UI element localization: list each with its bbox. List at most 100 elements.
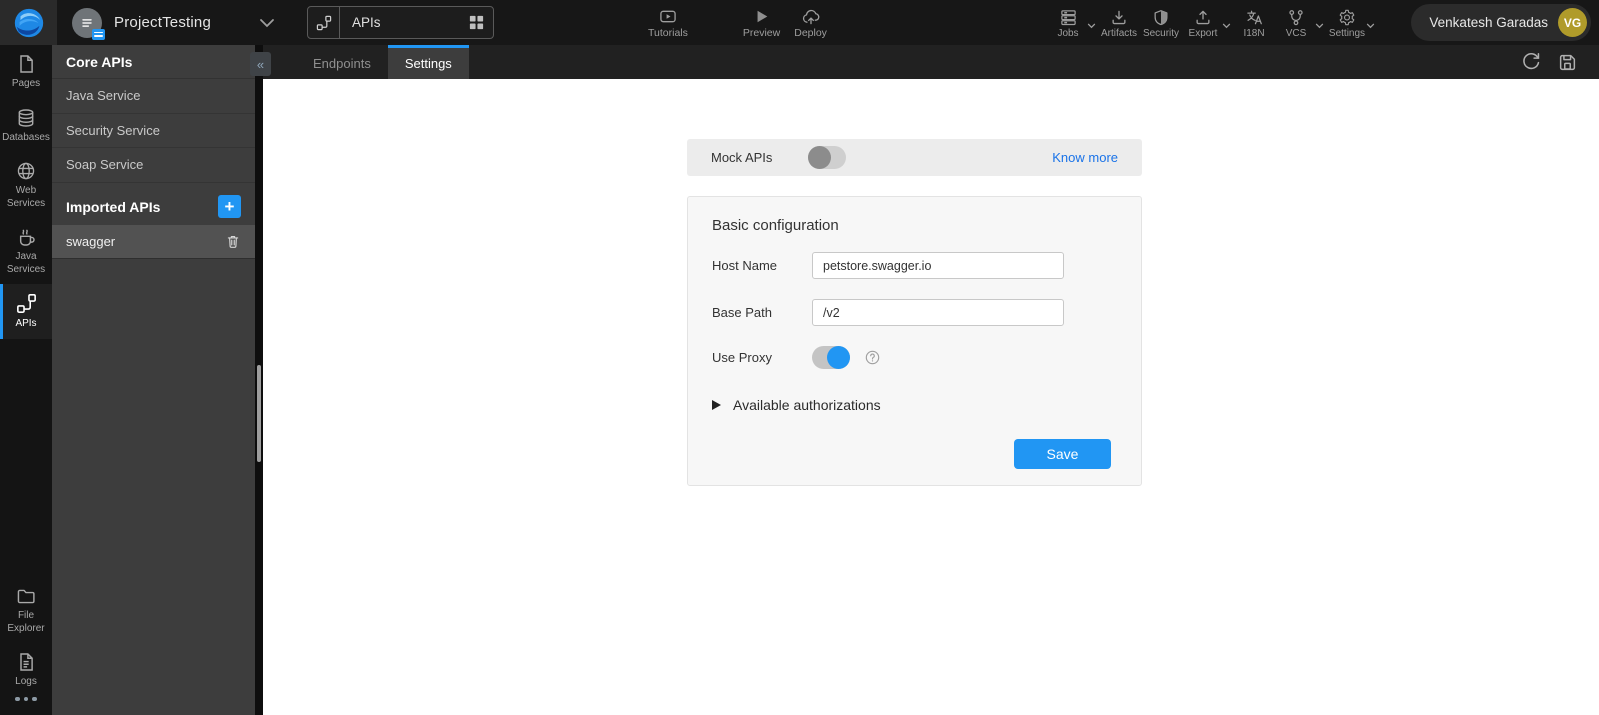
- mock-apis-label: Mock APIs: [711, 150, 773, 165]
- tab-label: Endpoints: [313, 56, 371, 71]
- use-proxy-row: Use Proxy: [712, 346, 1117, 369]
- save-row: Save: [712, 439, 1117, 469]
- use-proxy-toggle[interactable]: [812, 346, 850, 369]
- export-button[interactable]: Export: [1182, 0, 1224, 45]
- base-path-row: Base Path: [712, 299, 1117, 326]
- host-name-row: Host Name: [712, 252, 1117, 279]
- sidebar-item-web-services[interactable]: Web Services: [0, 152, 52, 218]
- export-label: Export: [1188, 27, 1218, 39]
- project-selector[interactable]: ProjectTesting: [72, 7, 275, 40]
- tab-endpoints[interactable]: Endpoints: [296, 45, 388, 79]
- jobs-icon: [1060, 9, 1076, 25]
- host-name-input[interactable]: [812, 252, 1064, 279]
- settings-content: Mock APIs Know more Basic configuration …: [263, 79, 1599, 715]
- base-path-input[interactable]: [812, 299, 1064, 326]
- user-menu[interactable]: Venkatesh Garadas VG: [1411, 4, 1591, 41]
- mock-apis-bar: Mock APIs Know more: [687, 139, 1142, 176]
- wavemaker-logo[interactable]: [0, 0, 57, 45]
- export-icon: [1196, 10, 1210, 24]
- main-sidebar: Pages Databases Web Services Java Servic…: [0, 45, 52, 715]
- panel-item-security-service[interactable]: Security Service: [52, 114, 255, 148]
- save-button[interactable]: Save: [1014, 439, 1111, 469]
- i18n-button[interactable]: I18N: [1233, 0, 1275, 45]
- jobs-label: Jobs: [1057, 27, 1079, 39]
- project-icon: [72, 7, 105, 40]
- panel-item-swagger[interactable]: swagger: [52, 224, 255, 259]
- apis-panel: Core APIs Java Service Security Service …: [52, 45, 255, 715]
- core-apis-header: Core APIs: [52, 45, 255, 79]
- apps-grid-icon[interactable]: [468, 14, 493, 31]
- sidebar-item-label: Java Services: [6, 251, 46, 275]
- panel-item-label: Soap Service: [66, 157, 144, 173]
- tutorials-label: Tutorials: [648, 27, 688, 40]
- panel-collapse-button[interactable]: «: [250, 52, 271, 76]
- java-services-icon: [19, 229, 35, 246]
- preview-button[interactable]: Preview: [743, 0, 780, 45]
- i18n-icon: [1246, 10, 1262, 24]
- avatar: VG: [1558, 8, 1587, 37]
- help-icon[interactable]: [865, 350, 880, 365]
- deploy-button[interactable]: Deploy: [794, 0, 827, 45]
- artifacts-icon: [1112, 10, 1126, 24]
- workspace-selector[interactable]: APIs: [307, 6, 495, 39]
- refresh-icon: [1523, 52, 1540, 70]
- workspace-selector-label: APIs: [352, 15, 381, 30]
- panel-item-soap-service[interactable]: Soap Service: [52, 148, 255, 183]
- mock-apis-toggle[interactable]: [808, 146, 846, 169]
- panel-item-label: swagger: [66, 233, 116, 249]
- chevron-down-icon[interactable]: [1087, 23, 1096, 29]
- deploy-label: Deploy: [794, 27, 827, 40]
- save-file-button[interactable]: [1558, 53, 1577, 72]
- editor-tab-bar: Endpoints Settings: [263, 45, 1599, 79]
- host-name-label: Host Name: [712, 258, 778, 273]
- sidebar-item-label: APIs: [15, 318, 37, 329]
- header-center-actions: Tutorials Preview Deploy: [648, 0, 827, 45]
- sidebar-item-java-services[interactable]: Java Services: [0, 218, 52, 284]
- sidebar-item-apis[interactable]: APIs: [0, 284, 52, 339]
- imported-apis-title: Imported APIs: [66, 198, 161, 215]
- tutorials-icon: [660, 10, 676, 23]
- sidebar-item-pages[interactable]: Pages: [0, 45, 52, 99]
- sidebar-item-databases[interactable]: Databases: [0, 99, 52, 153]
- available-authorizations-label: Available authorizations: [733, 397, 881, 413]
- sidebar-more-button[interactable]: [0, 696, 52, 701]
- chevron-down-icon[interactable]: [259, 18, 275, 28]
- imported-apis-header: Imported APIs +: [52, 183, 255, 225]
- panel-scrollbar[interactable]: [257, 365, 261, 462]
- security-label: Security: [1142, 27, 1180, 39]
- sidebar-item-logs[interactable]: Logs: [0, 643, 52, 697]
- sidebar-item-label: Logs: [15, 676, 37, 687]
- trash-icon: [227, 235, 239, 248]
- chevron-down-icon[interactable]: [1222, 23, 1231, 29]
- refresh-button[interactable]: [1521, 52, 1541, 72]
- settings-button[interactable]: Settings: [1326, 0, 1368, 45]
- header-right-actions: Jobs Artifacts Security Export I18N VCS …: [1047, 0, 1377, 45]
- top-bar: ProjectTesting APIs Tutorials Preview De…: [0, 0, 1599, 45]
- project-badge-icon: [92, 28, 105, 40]
- security-icon: [1154, 9, 1168, 25]
- tab-settings[interactable]: Settings: [387, 45, 469, 79]
- vcs-button[interactable]: VCS: [1275, 0, 1317, 45]
- add-imported-api-button[interactable]: +: [218, 195, 241, 218]
- logs-icon: [20, 653, 33, 671]
- tutorials-button[interactable]: Tutorials: [648, 0, 688, 45]
- available-authorizations-expander[interactable]: Available authorizations: [712, 397, 1117, 413]
- caret-right-icon: [712, 400, 721, 410]
- project-name: ProjectTesting: [114, 14, 212, 31]
- delete-api-button[interactable]: [225, 233, 241, 250]
- panel-item-java-service[interactable]: Java Service: [52, 79, 255, 114]
- artifacts-button[interactable]: Artifacts: [1098, 0, 1140, 45]
- jobs-button[interactable]: Jobs: [1047, 0, 1089, 45]
- settings-label: Settings: [1328, 27, 1366, 39]
- chevron-down-icon[interactable]: [1315, 23, 1324, 29]
- chevron-down-icon[interactable]: [1366, 23, 1375, 29]
- file-explorer-icon: [17, 589, 35, 604]
- sidebar-item-label: Web Services: [6, 185, 46, 209]
- sidebar-item-file-explorer[interactable]: File Explorer: [0, 577, 52, 643]
- know-more-link[interactable]: Know more: [1052, 150, 1118, 165]
- security-button[interactable]: Security: [1140, 0, 1182, 45]
- artifacts-label: Artifacts: [1100, 27, 1138, 39]
- sidebar-item-label: File Explorer: [7, 610, 45, 634]
- apis-icon: [16, 294, 36, 313]
